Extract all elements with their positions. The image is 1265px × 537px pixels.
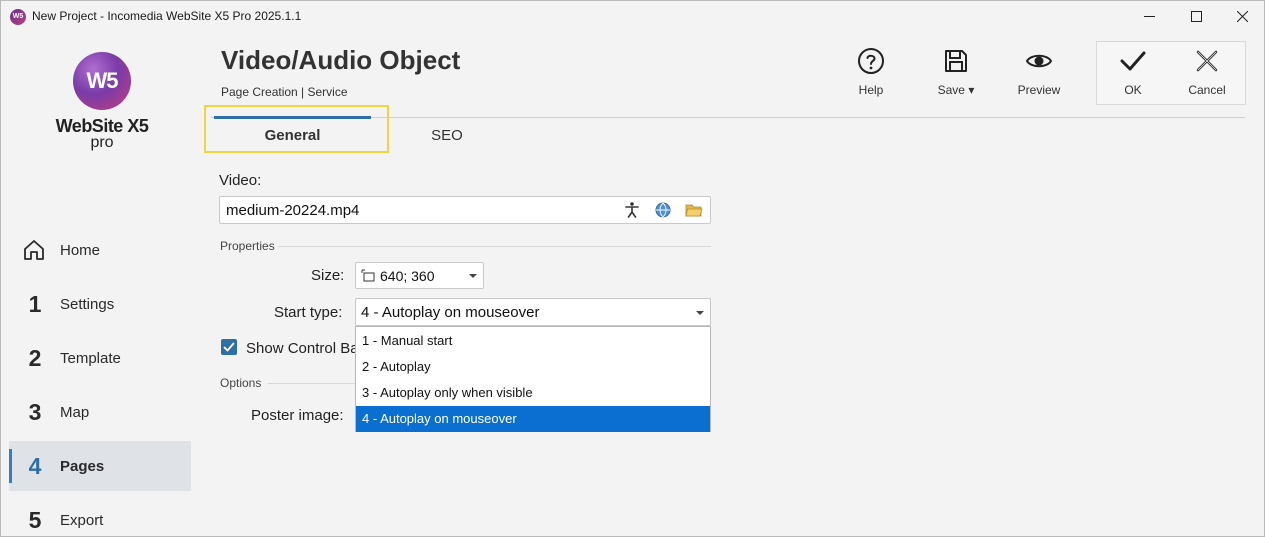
properties-divider: [278, 246, 711, 247]
chevron-down-icon: [696, 311, 704, 315]
options-label: Options: [220, 376, 262, 390]
save-label: Save ▾: [937, 83, 975, 97]
size-value: 640; 360: [380, 268, 435, 284]
sidebar-item-number: 4: [28, 452, 42, 479]
sidebar-item-label: Template: [60, 349, 121, 367]
cancel-label: Cancel: [1188, 83, 1226, 97]
video-value: medium-20224.mp4: [226, 202, 360, 219]
sidebar-item-home[interactable]: Home: [9, 225, 191, 275]
sidebar-item-export[interactable]: 5 Export: [9, 495, 191, 536]
sidebar-item-label: Home: [60, 241, 101, 259]
app-icon: W5: [10, 9, 26, 25]
cancel-button[interactable]: Cancel: [1177, 47, 1237, 103]
video-field[interactable]: medium-20224.mp4: [219, 196, 711, 224]
logo-edition: pro: [90, 134, 114, 151]
sidebar-item-settings[interactable]: 1 Settings: [9, 279, 191, 329]
breadcrumb: Page Creation | Service: [221, 85, 348, 99]
checkmark-icon: [1120, 51, 1146, 71]
accessibility-icon[interactable]: [623, 201, 641, 219]
help-button[interactable]: Help: [841, 47, 901, 103]
page-title: Video/Audio Object: [221, 45, 461, 75]
size-select[interactable]: 640; 360: [355, 262, 484, 289]
home-icon: [24, 240, 44, 260]
highlight-box: [204, 105, 389, 153]
sidebar-item-number: 5: [28, 506, 42, 533]
chevron-down-icon: ▾: [968, 83, 975, 97]
dropdown-option-selected[interactable]: 4 - Autoplay on mouseover: [356, 406, 710, 432]
save-icon: [945, 50, 967, 72]
sidebar-item-number: 1: [28, 290, 42, 317]
sidebar-item-template[interactable]: 2 Template: [9, 333, 191, 383]
preview-label: Preview: [1017, 83, 1061, 97]
close-icon: [1236, 11, 1248, 22]
show-control-bar-checkbox[interactable]: [221, 339, 237, 355]
sidebar-item-number: 3: [28, 398, 42, 425]
globe-icon[interactable]: [654, 201, 672, 219]
minimize-icon: [1143, 16, 1155, 17]
sidebar-item-label: Map: [60, 403, 90, 421]
maximize-icon: [1190, 11, 1202, 22]
options-divider: [268, 383, 355, 384]
app-window: W5 New Project - Incomedia WebSite X5 Pr…: [0, 0, 1265, 537]
maximize-button[interactable]: [1173, 1, 1219, 32]
help-label: Help: [858, 83, 884, 97]
save-button[interactable]: Save ▾: [926, 47, 986, 103]
size-label: Size:: [311, 267, 345, 284]
sidebar-item-label: Pages: [60, 457, 105, 475]
cancel-icon: [1196, 50, 1218, 72]
dropdown-option[interactable]: 2 - Autoplay: [356, 354, 710, 380]
checkmark-icon: [223, 342, 235, 352]
ok-button[interactable]: OK: [1103, 47, 1163, 103]
title-bar: W5 New Project - Incomedia WebSite X5 Pr…: [1, 1, 1264, 32]
start-type-label: Start type:: [274, 304, 343, 321]
dropdown-option[interactable]: 1 - Manual start: [356, 328, 710, 354]
help-icon: [858, 48, 884, 74]
properties-label: Properties: [220, 239, 275, 253]
tab-seo[interactable]: SEO: [401, 117, 493, 153]
window-title: New Project - Incomedia WebSite X5 Pro 2…: [32, 9, 302, 23]
ok-label: OK: [1124, 83, 1142, 97]
chevron-down-icon: [469, 274, 477, 278]
dropdown-option[interactable]: 3 - Autoplay only when visible: [356, 380, 710, 406]
sidebar-item-number: 2: [28, 344, 42, 371]
sidebar-item-label: Settings: [60, 295, 115, 313]
video-label: Video:: [219, 172, 262, 189]
sidebar-item-pages[interactable]: 4 Pages: [9, 441, 191, 491]
start-type-select[interactable]: 4 - Autoplay on mouseover: [355, 298, 711, 326]
sidebar-item-map[interactable]: 3 Map: [9, 387, 191, 437]
folder-icon[interactable]: [685, 201, 703, 219]
sidebar-item-label: Export: [60, 511, 104, 529]
eye-icon: [1025, 54, 1053, 68]
start-type-value: 4 - Autoplay on mouseover: [361, 304, 540, 321]
show-control-bar-label: Show Control Ba: [246, 340, 359, 357]
start-type-dropdown: 1 - Manual start 2 - Autoplay 3 - Autopl…: [355, 326, 711, 432]
close-button[interactable]: [1219, 1, 1264, 32]
minimize-button[interactable]: [1126, 1, 1172, 32]
poster-image-label: Poster image:: [251, 407, 344, 424]
resize-icon: [361, 269, 375, 282]
logo-mark: W5: [73, 52, 131, 110]
preview-button[interactable]: Preview: [1009, 47, 1069, 103]
